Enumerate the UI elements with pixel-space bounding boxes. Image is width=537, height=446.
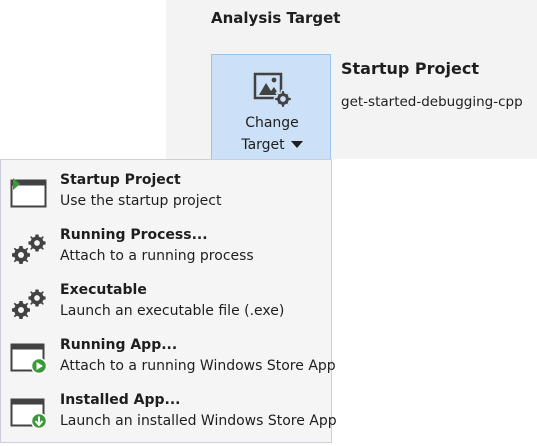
menu-item-title: Running Process... bbox=[60, 227, 208, 243]
change-target-label: Change Target bbox=[212, 112, 332, 156]
gears-icon bbox=[12, 289, 46, 319]
dropdown-caret-icon bbox=[290, 140, 303, 148]
menu-item-description: Attach to a running Windows Store App bbox=[60, 358, 336, 374]
menu-item-title: Running App... bbox=[60, 337, 178, 353]
change-target-label-line2: Target bbox=[212, 134, 332, 156]
change-target-dropdown: Startup Project Use the startup project … bbox=[0, 159, 337, 446]
menu-item-title: Installed App... bbox=[60, 392, 181, 408]
change-target-button[interactable]: Change Target bbox=[211, 54, 331, 160]
startup-project-icon bbox=[10, 178, 47, 208]
panel-title: Analysis Target bbox=[211, 9, 341, 27]
menu-item-running-process[interactable]: Running Process... Attach to a running p… bbox=[1, 226, 331, 281]
menu-item-description: Launch an executable file (.exe) bbox=[60, 303, 285, 319]
menu-item-description: Attach to a running process bbox=[60, 248, 254, 264]
startup-project-heading: Startup Project bbox=[341, 59, 479, 78]
change-target-label-text: Target bbox=[241, 137, 285, 153]
startup-project-name: get-started-debugging-cpp bbox=[341, 94, 523, 110]
running-app-icon bbox=[10, 343, 48, 375]
change-target-label-line1: Change bbox=[245, 115, 299, 131]
menu-item-running-app[interactable]: Running App... Attach to a running Windo… bbox=[1, 336, 336, 391]
installed-app-icon bbox=[10, 398, 48, 430]
analysis-target-panel: Analysis Target Change Target Startup Pr… bbox=[166, 0, 537, 160]
target-settings-icon bbox=[253, 72, 293, 109]
menu-item-description: Launch an installed Windows Store App bbox=[60, 413, 337, 429]
menu-item-title: Executable bbox=[60, 282, 147, 298]
menu-item-title: Startup Project bbox=[60, 172, 181, 188]
menu-item-executable[interactable]: Executable Launch an executable file (.e… bbox=[1, 281, 331, 336]
menu-item-startup-project[interactable]: Startup Project Use the startup project bbox=[1, 171, 331, 226]
menu-item-description: Use the startup project bbox=[60, 193, 222, 209]
menu-item-installed-app[interactable]: Installed App... Launch an installed Win… bbox=[1, 391, 337, 446]
gears-icon bbox=[12, 234, 46, 264]
